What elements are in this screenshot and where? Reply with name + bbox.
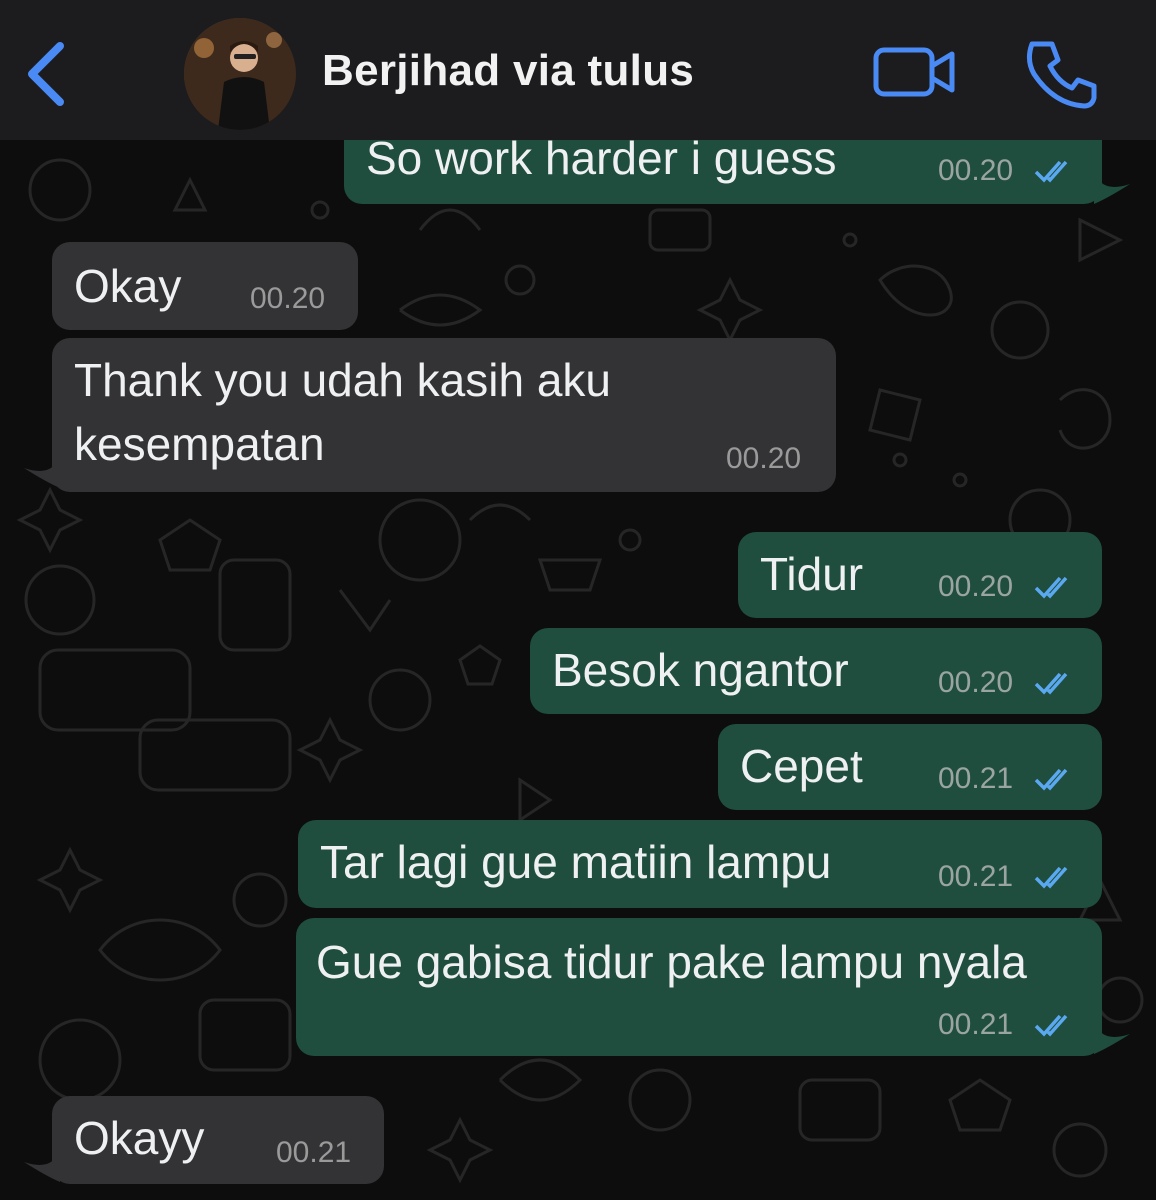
message-time: 00.20	[938, 666, 1014, 699]
message-bubble-outgoing[interactable]: Besok ngantor 00.20	[530, 628, 1102, 714]
message-bubble-outgoing[interactable]: Cepet 00.21	[718, 724, 1102, 810]
message-text: Tar lagi gue matiin lampu	[320, 836, 832, 888]
bubble-tail	[1094, 170, 1130, 204]
message-text: Okayy	[74, 1112, 205, 1164]
read-ticks-icon	[1034, 576, 1068, 599]
message-text-line2: kesempatan	[74, 418, 325, 470]
message-time: 00.21	[276, 1136, 352, 1169]
message-text: Okay	[74, 260, 182, 312]
chat-header: Berjihad via tulus	[0, 0, 1156, 140]
message-time: 00.20	[250, 282, 326, 315]
message-text: Tidur	[760, 548, 864, 600]
message-time: 00.21	[938, 860, 1014, 893]
message-bubble-outgoing[interactable]: Gue gabisa tidur pake lampu nyala 00.21	[296, 918, 1102, 1056]
message-time: 00.20	[938, 154, 1014, 187]
phone-icon[interactable]	[1026, 38, 1098, 110]
message-text: Gue gabisa tidur pake lampu nyala	[316, 936, 1027, 988]
message-bubble-incoming[interactable]: Okay 00.20	[52, 242, 358, 330]
chevron-left-icon[interactable]	[22, 38, 72, 110]
message-time: 00.20	[726, 442, 802, 475]
read-ticks-icon	[1034, 768, 1068, 791]
message-text: Thank you udah kasih aku	[74, 354, 612, 406]
message-text: Besok ngantor	[552, 644, 849, 696]
video-camera-icon[interactable]	[872, 44, 958, 100]
bubble-tail	[24, 454, 60, 488]
message-time: 00.21	[938, 762, 1014, 795]
message-text: Cepet	[740, 740, 863, 792]
bubble-tail	[24, 1148, 60, 1182]
read-ticks-icon	[1034, 866, 1068, 889]
avatar[interactable]	[184, 18, 296, 130]
message-bubble-incoming[interactable]: Thank you udah kasih aku kesempatan 00.2…	[52, 338, 836, 492]
message-bubble-outgoing[interactable]: Tidur 00.20	[738, 532, 1102, 618]
message-time: 00.21	[938, 1008, 1014, 1041]
message-bubble-outgoing[interactable]: Tar lagi gue matiin lampu 00.21	[298, 820, 1102, 908]
bubble-tail	[1094, 1020, 1130, 1054]
read-ticks-icon	[1034, 160, 1068, 183]
read-ticks-icon	[1034, 672, 1068, 695]
message-time: 00.20	[938, 570, 1014, 603]
message-bubble-incoming[interactable]: Okayy 00.21	[52, 1096, 384, 1184]
contact-name[interactable]: Berjihad via tulus	[322, 46, 694, 96]
read-ticks-icon	[1034, 1014, 1068, 1037]
